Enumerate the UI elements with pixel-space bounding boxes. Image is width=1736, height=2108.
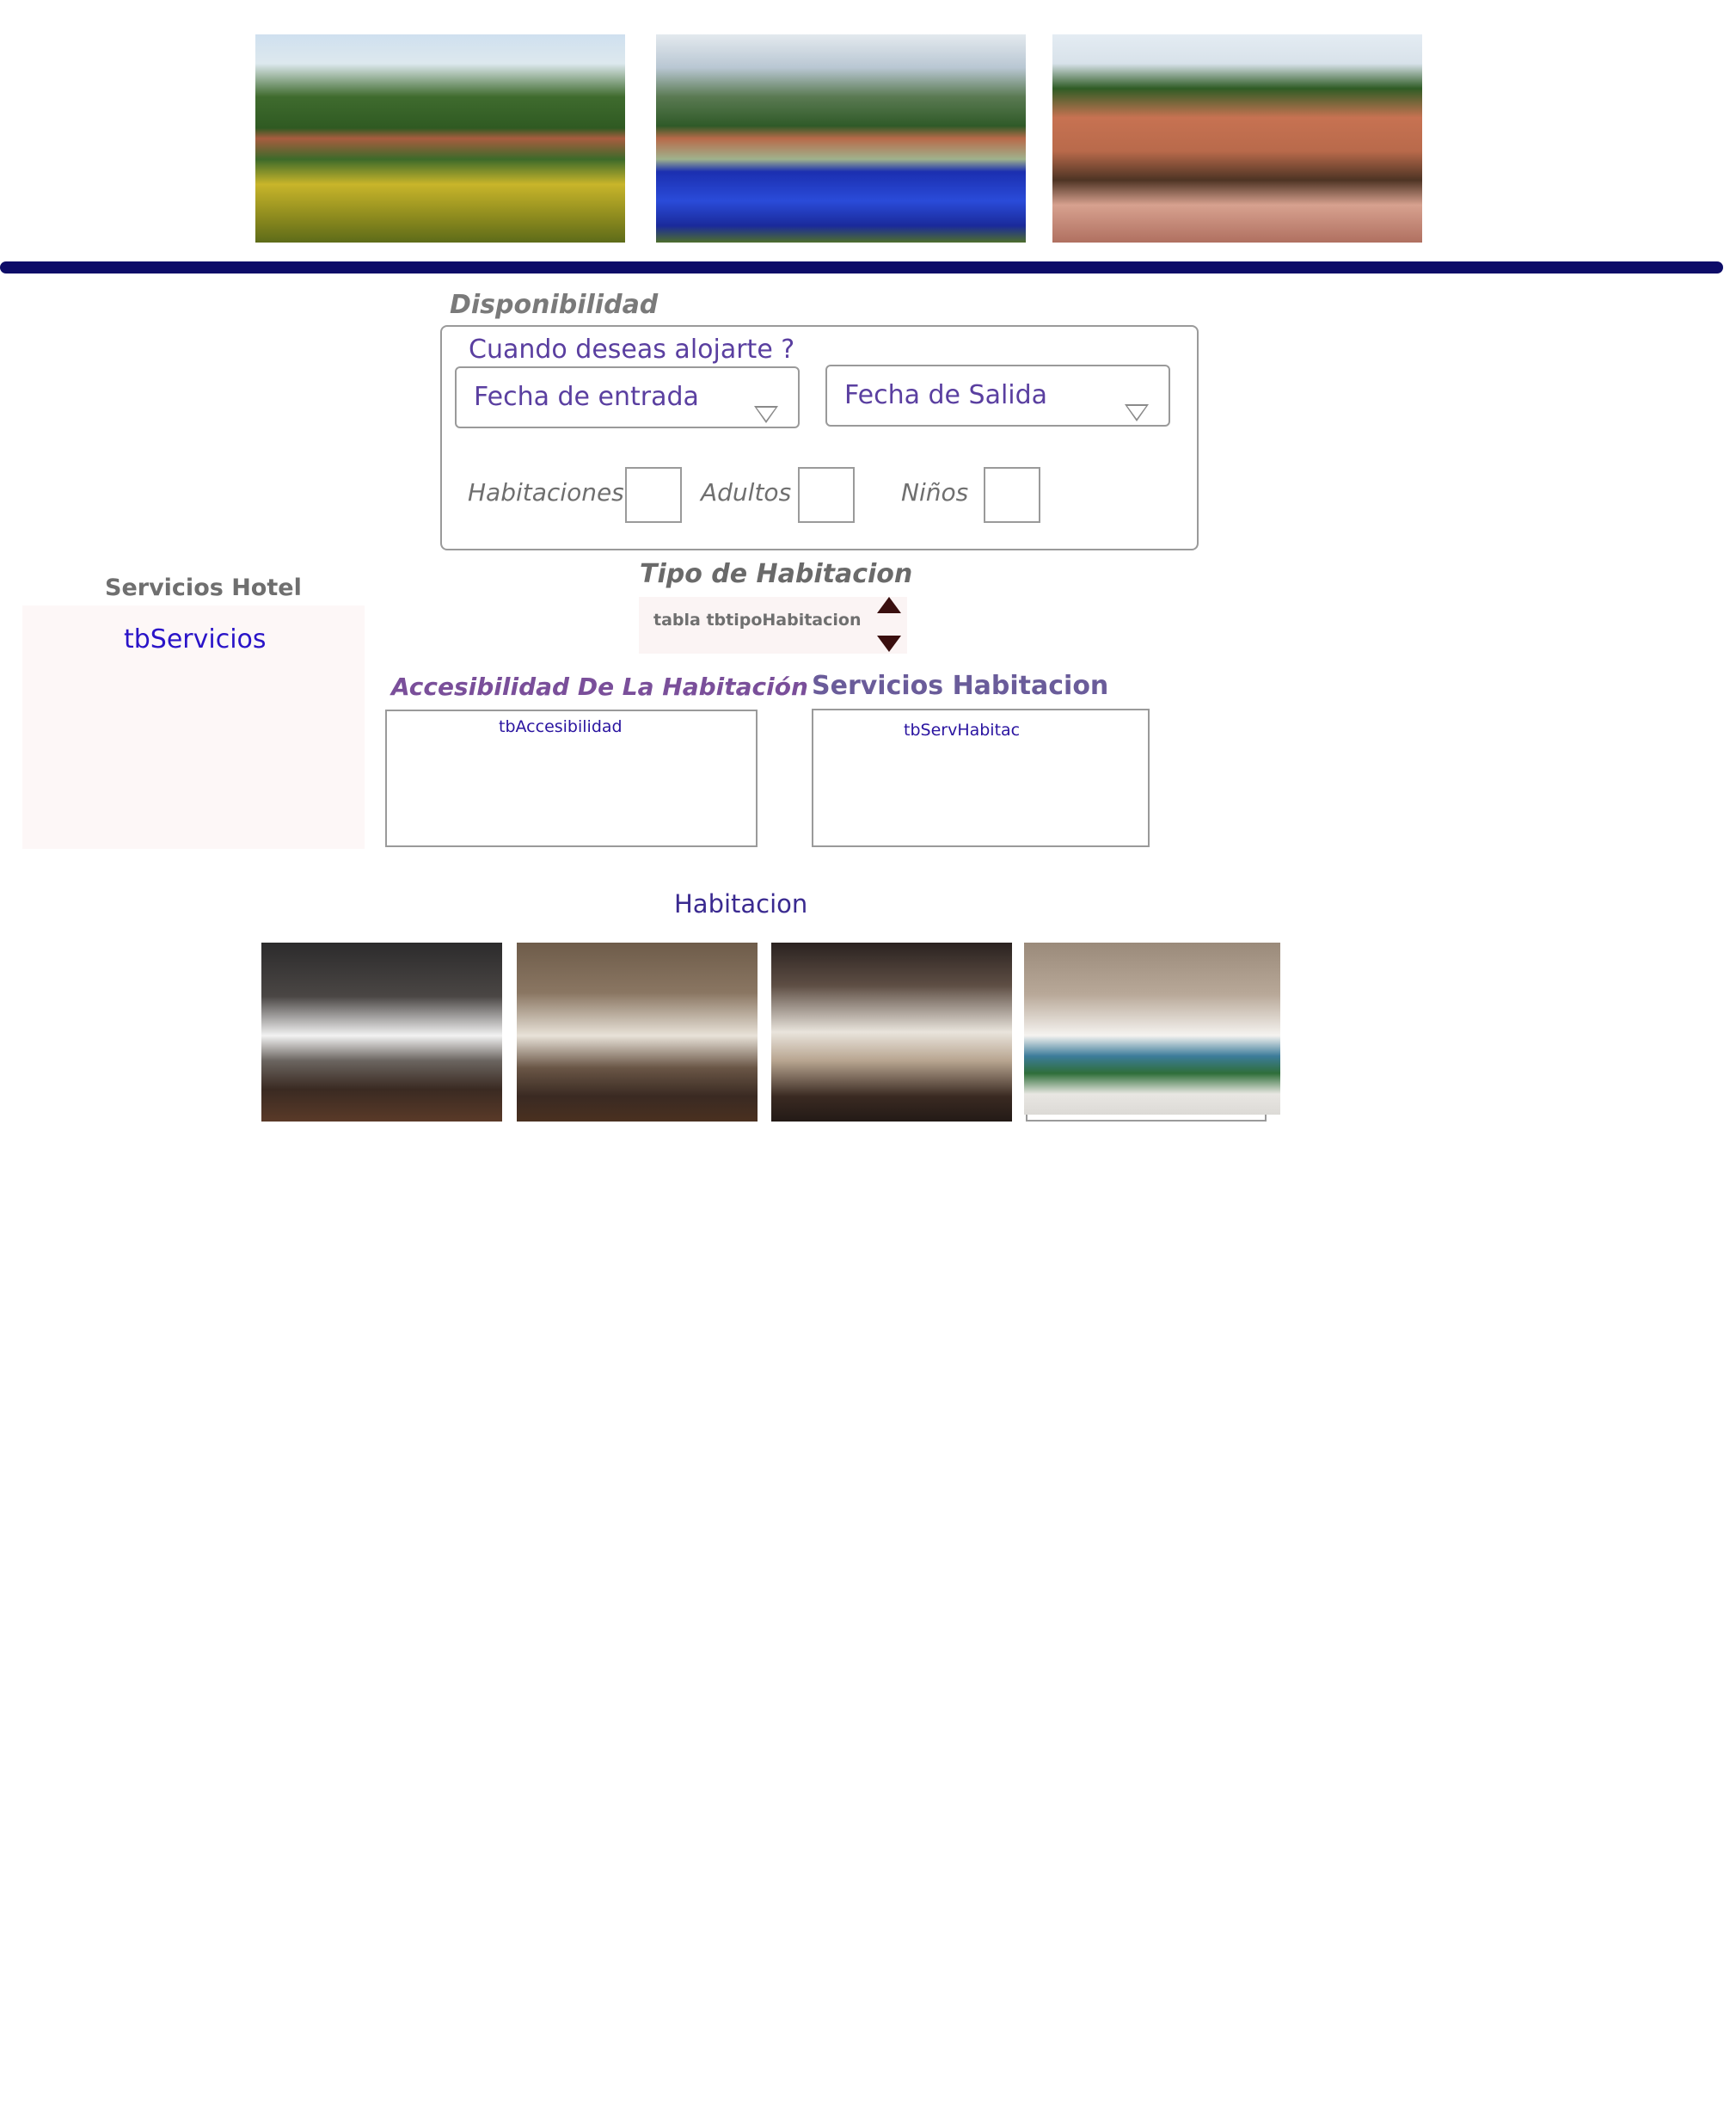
checkout-date-label: Fecha de Salida <box>844 380 1048 410</box>
rooms-gallery-title: Habitacion <box>674 889 808 919</box>
availability-title: Disponibilidad <box>450 290 659 320</box>
room-photo-3[interactable] <box>771 943 1012 1122</box>
chevron-down-icon <box>754 406 778 423</box>
room-services-table-label: tbServHabitac <box>904 721 1021 740</box>
room-services-title: Servicios Habitacion <box>812 671 1109 701</box>
room-type-title: Tipo de Habitacion <box>640 559 913 589</box>
accessibility-table-label: tbAccesibilidad <box>499 717 623 736</box>
children-count-input[interactable] <box>984 467 1040 523</box>
adults-count-input[interactable] <box>798 467 855 523</box>
rooms-count-input[interactable] <box>625 467 682 523</box>
room-type-table-label: tabla tbtipoHabitacion <box>653 611 862 630</box>
room-photo-4[interactable] <box>1024 943 1280 1115</box>
hotel-services-panel[interactable]: tbServicios <box>22 605 365 849</box>
checkin-date-label: Fecha de entrada <box>474 382 699 412</box>
pool-photo <box>656 34 1026 243</box>
room-type-list[interactable]: tabla tbtipoHabitacion <box>639 597 907 654</box>
checkout-date-dropdown[interactable]: Fecha de Salida <box>825 365 1170 427</box>
stay-question: Cuando deseas alojarte ? <box>469 335 795 365</box>
rooms-count-label: Habitaciones <box>468 478 624 507</box>
header-divider-bar <box>0 261 1723 273</box>
scroll-up-icon[interactable] <box>877 597 901 613</box>
chevron-down-icon <box>1125 404 1149 421</box>
room-photo-1[interactable] <box>261 943 502 1122</box>
accessibility-title: Accesibilidad De La Habitación <box>391 673 808 701</box>
brick-cabin-photo <box>1052 34 1422 243</box>
room-services-table[interactable]: tbServHabitac <box>812 709 1150 847</box>
adults-count-label: Adultos <box>701 478 792 507</box>
room-photo-2[interactable] <box>517 943 758 1122</box>
scroll-down-icon[interactable] <box>877 636 901 652</box>
hotel-services-title: Servicios Hotel <box>105 575 302 601</box>
garden-cabins-photo <box>255 34 625 243</box>
checkin-date-dropdown[interactable]: Fecha de entrada <box>455 366 800 428</box>
children-count-label: Niños <box>901 478 969 507</box>
room-photo-4-frame <box>1026 1115 1267 1122</box>
accessibility-table[interactable]: tbAccesibilidad <box>385 710 758 847</box>
hotel-services-table-label: tbServicios <box>124 624 267 655</box>
